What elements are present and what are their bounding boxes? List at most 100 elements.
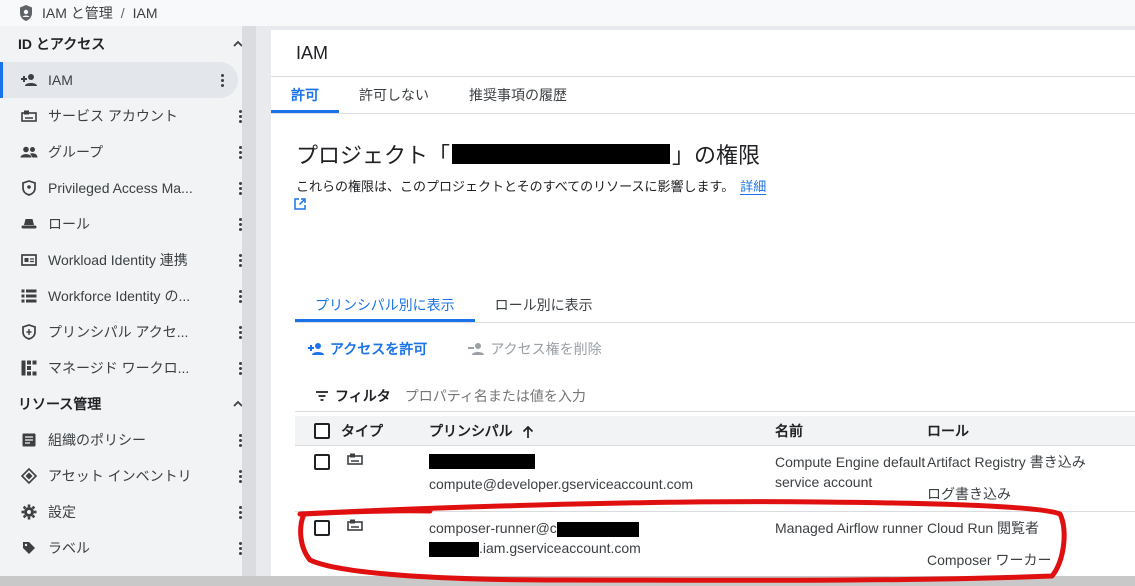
- service-account-icon: [347, 453, 363, 465]
- breadcrumb-separator: /: [120, 5, 125, 21]
- description-text: これらの権限は、このプロジェクトとそのすべてのリソースに影響します。: [296, 179, 735, 194]
- sidebar-item-org-policies[interactable]: 組織のポリシー: [0, 422, 256, 458]
- sidebar-scrollbar[interactable]: [242, 26, 256, 586]
- permissions-description: これらの権限は、このプロジェクトとそのすべてのリソースに影響します。 詳細: [296, 176, 767, 195]
- principal-email: compute@developer.gserviceaccount.com: [429, 476, 694, 492]
- sidebar-item-label: Workforce Identity の...: [48, 288, 191, 304]
- sidebar-item-workforce-identity[interactable]: Workforce Identity の...: [0, 278, 256, 314]
- role-label: ログ書き込み: [927, 486, 1011, 502]
- arrow-up-icon[interactable]: [522, 425, 534, 439]
- grant-access-button[interactable]: アクセスを許可: [307, 339, 427, 359]
- principal-name: Compute Engine default service account: [775, 454, 926, 490]
- tab-allow[interactable]: 許可: [271, 77, 339, 113]
- workload-identity-icon: [20, 251, 38, 269]
- column-header-principal-label: プリンシパル: [429, 422, 513, 439]
- filter-bar: フィルタ: [295, 380, 1135, 412]
- sidebar-section-identity[interactable]: ID とアクセス: [0, 26, 256, 62]
- sidebar-item-labels[interactable]: ラベル: [0, 530, 256, 566]
- principal-access-icon: [20, 323, 38, 341]
- sidebar-item-label: プリンシパル アクセ...: [48, 324, 189, 340]
- sidebar-item-asset-inventory[interactable]: アセット インベントリ: [0, 458, 256, 494]
- permissions-title-prefix: プロジェクト「: [296, 143, 451, 168]
- redacted-principal: [556, 521, 639, 537]
- service-account-icon: [347, 519, 363, 531]
- sidebar-item-label: Privileged Access Ma...: [48, 180, 193, 196]
- sidebar-item-iam[interactable]: IAM: [0, 62, 238, 98]
- group-icon: [20, 143, 38, 161]
- sidebar-item-label: 設定: [48, 504, 76, 520]
- action-bar: アクセスを許可 アクセス権を削除: [307, 339, 602, 359]
- tab-view-by-principal[interactable]: プリンシパル別に表示: [295, 288, 475, 322]
- label-icon: [20, 539, 38, 557]
- sidebar-item-label: Workload Identity 連携: [48, 252, 188, 268]
- open-in-new-icon[interactable]: [293, 197, 307, 211]
- sidebar-section-resource-management[interactable]: リソース管理: [0, 386, 256, 422]
- shield-icon: [20, 179, 38, 197]
- principals-table: タイプ プリンシパル 名前 ロール compute@developer.gser…: [295, 416, 1135, 578]
- tab-recommendation-history[interactable]: 推奨事項の履歴: [449, 77, 587, 113]
- remove-person-icon: [468, 343, 485, 355]
- sidebar-item-label: 組織のポリシー: [48, 432, 146, 448]
- permissions-title: プロジェクト「 」の権限: [296, 138, 760, 170]
- remove-access-label: アクセス権を削除: [490, 341, 602, 357]
- sidebar-item-workload-identity[interactable]: Workload Identity 連携: [0, 242, 256, 278]
- sidebar-item-privileged-access[interactable]: Privileged Access Ma...: [0, 170, 256, 206]
- principal-email-part2: .iam.gserviceaccount.com: [479, 540, 641, 556]
- breadcrumb: IAM と管理 / IAM: [0, 0, 1135, 26]
- sidebar-item-settings[interactable]: 設定: [0, 494, 256, 530]
- diamond-icon: [20, 467, 38, 485]
- column-header-principal[interactable]: プリンシパル: [429, 421, 775, 441]
- select-all-checkbox[interactable]: [314, 422, 330, 439]
- permissions-title-suffix: 」の権限: [672, 143, 761, 168]
- sidebar-item-groups[interactable]: グループ: [0, 134, 256, 170]
- table-row[interactable]: composer-runner@c .iam.gserviceaccount.c…: [295, 512, 1135, 578]
- principal-name: Managed Airflow runner: [775, 520, 923, 536]
- add-person-icon: [308, 343, 324, 355]
- sidebar-item-label: IAM: [48, 72, 73, 88]
- service-account-icon: [20, 107, 38, 125]
- table-header: タイプ プリンシパル 名前 ロール: [295, 416, 1135, 446]
- filter-icon: [316, 390, 328, 401]
- more-vert-icon[interactable]: [218, 73, 226, 87]
- bottom-scrollbar[interactable]: [0, 576, 1135, 586]
- sidebar: ID とアクセス IAM サービス アカウント グループ Privileged …: [0, 26, 256, 586]
- tab-deny[interactable]: 許可しない: [339, 77, 449, 113]
- sidebar-section-title: リソース管理: [18, 396, 102, 412]
- redacted-principal: [429, 454, 535, 469]
- redacted-project-id: [452, 144, 671, 164]
- view-tabs: プリンシパル別に表示 ロール別に表示: [295, 288, 613, 322]
- gear-icon: [20, 503, 38, 521]
- document-icon: [20, 431, 38, 449]
- details-link[interactable]: 詳細: [740, 179, 767, 195]
- sidebar-item-label: アセット インベントリ: [48, 468, 192, 484]
- sidebar-item-managed-workload[interactable]: マネージド ワークロ...: [0, 350, 256, 386]
- divider: [271, 113, 1135, 114]
- add-person-icon: [20, 71, 38, 89]
- sidebar-item-principal-access[interactable]: プリンシパル アクセ...: [0, 314, 256, 350]
- breadcrumb-current[interactable]: IAM: [133, 5, 158, 21]
- breadcrumb-product[interactable]: IAM と管理: [42, 3, 113, 23]
- remove-access-button[interactable]: アクセス権を削除: [467, 339, 602, 359]
- row-checkbox[interactable]: [314, 520, 330, 536]
- row-checkbox[interactable]: [314, 454, 330, 470]
- main-panel: IAM 許可 許可しない 推奨事項の履歴 プロジェクト「 」の権限 これらの権限…: [271, 30, 1135, 586]
- sidebar-item-service-accounts[interactable]: サービス アカウント: [0, 98, 256, 134]
- role-hat-icon: [20, 215, 38, 233]
- grant-access-label: アクセスを許可: [330, 341, 428, 357]
- sidebar-item-label: グループ: [48, 144, 104, 160]
- tab-view-by-role[interactable]: ロール別に表示: [475, 288, 613, 322]
- sidebar-item-label: サービス アカウント: [48, 108, 178, 124]
- role-label: Cloud Run 閲覧者: [927, 520, 1040, 536]
- role-label: Composer ワーカー: [927, 552, 1052, 568]
- list-icon: [20, 287, 38, 305]
- table-row[interactable]: compute@developer.gserviceaccount.com Co…: [295, 446, 1135, 512]
- principal-email-part1: composer-runner@c: [429, 520, 557, 536]
- redacted-principal: [429, 541, 479, 557]
- filter-input[interactable]: [404, 387, 705, 404]
- grid-icon: [20, 359, 38, 377]
- column-header-type: タイプ: [341, 422, 383, 439]
- sidebar-item-label: ロール: [48, 216, 90, 232]
- sidebar-item-label: マネージド ワークロ...: [48, 360, 190, 376]
- sidebar-item-roles[interactable]: ロール: [0, 206, 256, 242]
- top-tabs: 許可 許可しない 推奨事項の履歴: [271, 77, 587, 113]
